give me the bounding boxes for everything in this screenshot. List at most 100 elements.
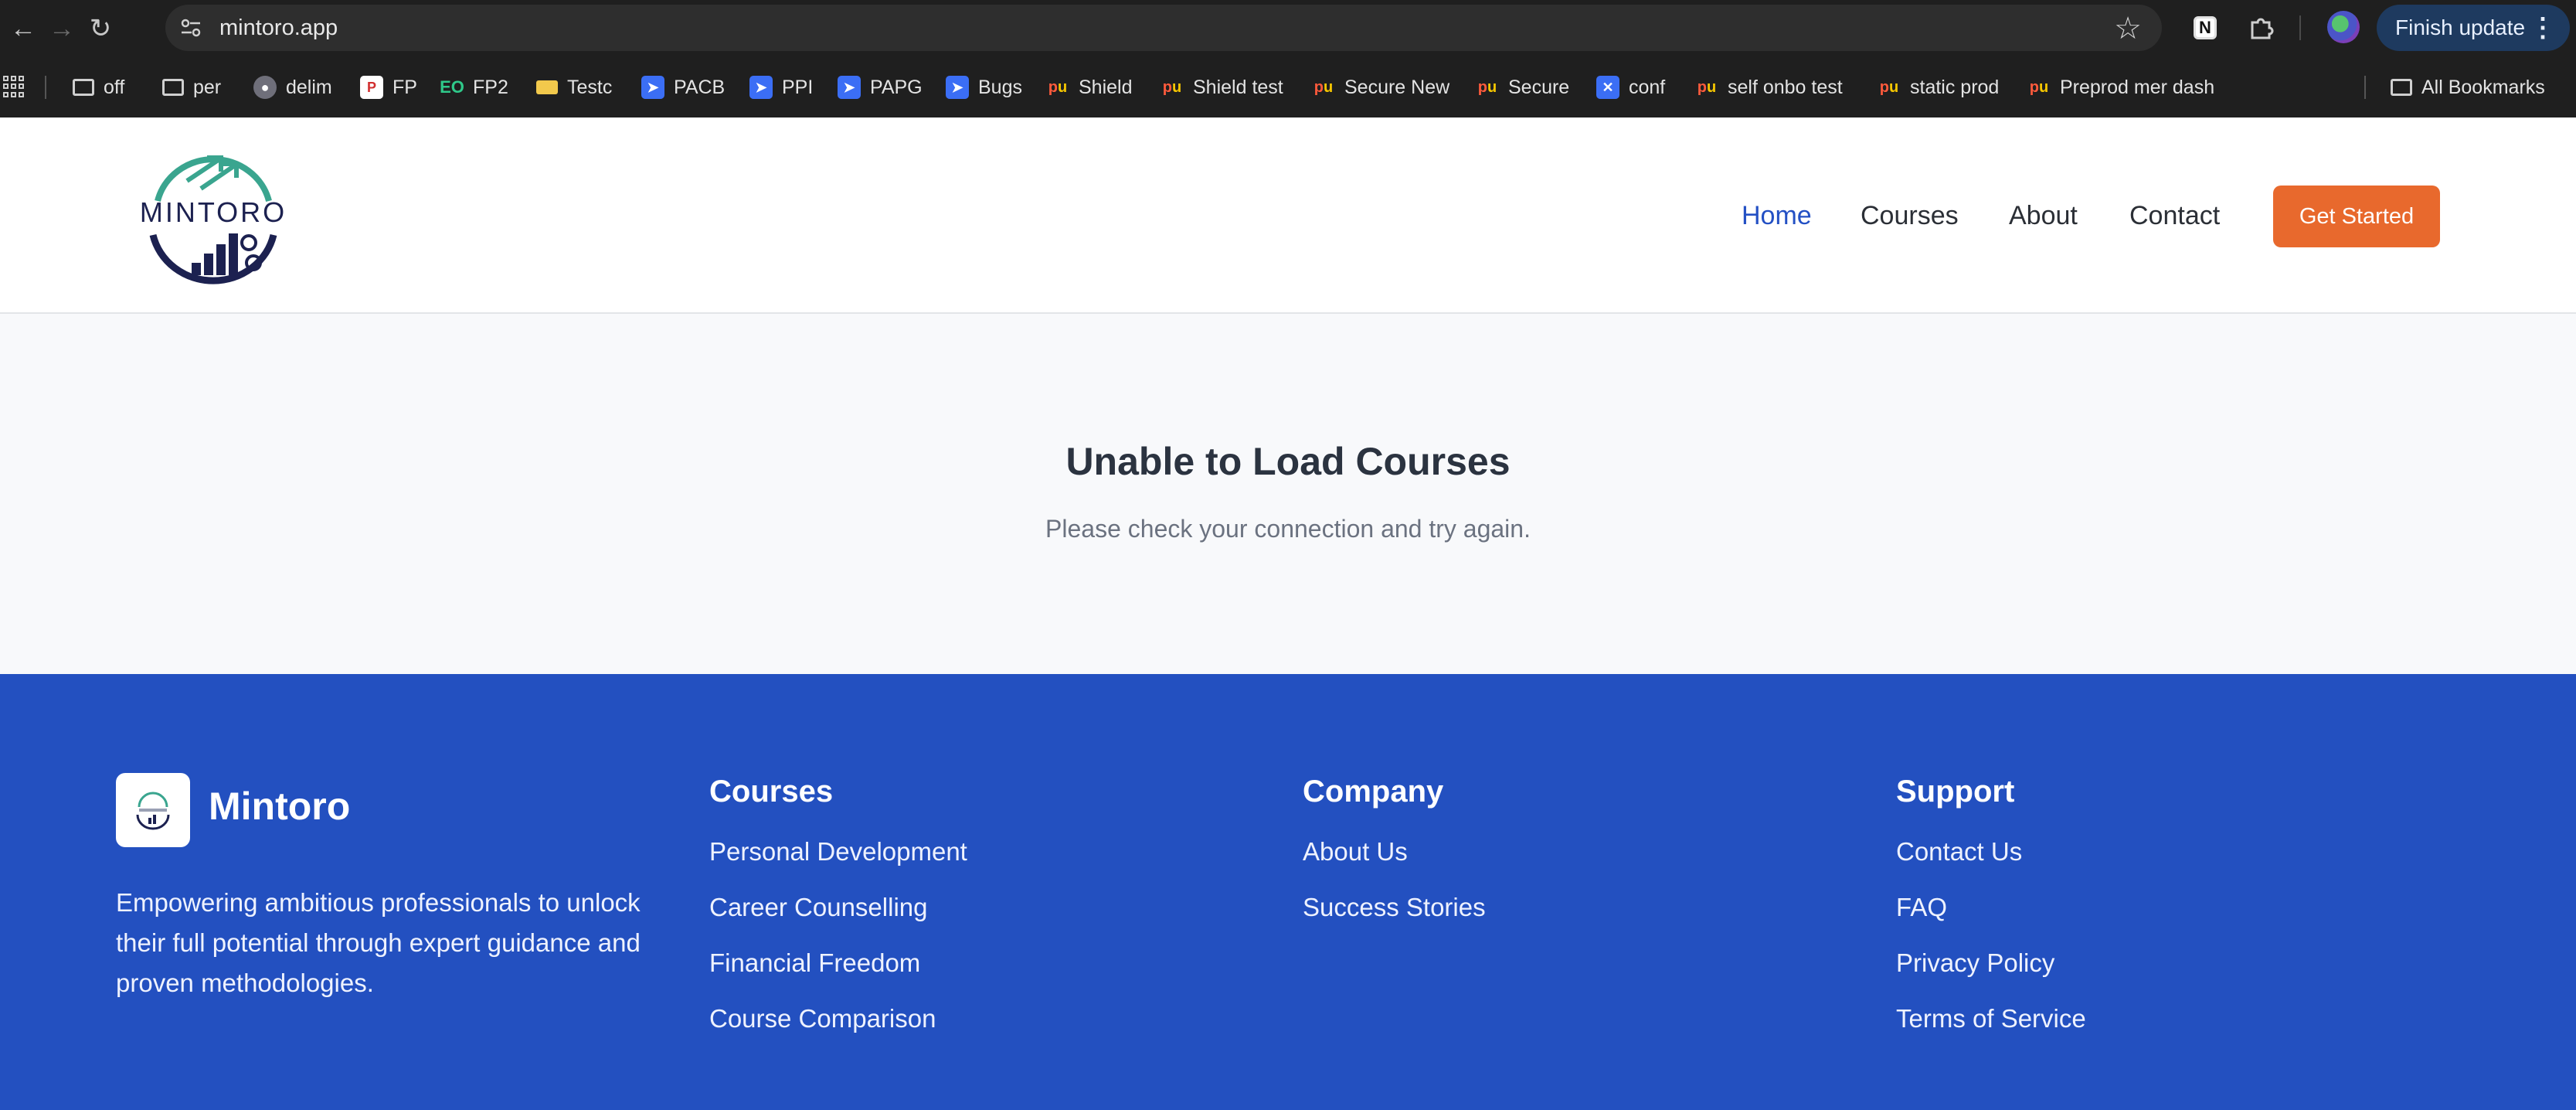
bookmark-shield[interactable]: pu Shield — [1046, 74, 1133, 100]
footer-link-success-stories[interactable]: Success Stories — [1303, 893, 1486, 948]
bookmark-label: conf — [1629, 76, 1666, 98]
bookmark-label: Secure — [1508, 76, 1570, 98]
card-icon — [536, 80, 558, 94]
address-bar[interactable]: mintoro.app ☆ — [165, 5, 2162, 51]
bookmark-star-icon[interactable]: ☆ — [2114, 11, 2142, 46]
bookmark-papg[interactable]: ➤ PAPG — [838, 74, 923, 100]
get-started-button[interactable]: Get Started — [2273, 186, 2440, 247]
footer-company-heading: Company — [1303, 775, 1444, 809]
footer-description: Empowering ambitious professionals to un… — [116, 888, 641, 997]
bookmark-secure-new[interactable]: pu Secure New — [1312, 74, 1449, 100]
url-text[interactable]: mintoro.app — [219, 15, 338, 41]
bookmarks-divider — [2364, 76, 2366, 99]
ghost-icon: ● — [253, 76, 277, 99]
nav-home-link[interactable]: Home — [1742, 201, 1812, 231]
bookmark-label: Testc — [567, 76, 613, 98]
profile-avatar[interactable] — [2327, 11, 2360, 43]
all-bookmarks-button[interactable]: All Bookmarks — [2391, 74, 2545, 100]
bookmark-delim[interactable]: ● delim — [253, 74, 332, 100]
bookmark-self-onbo-test[interactable]: pu self onbo test — [1695, 74, 1843, 100]
back-icon[interactable]: ← — [8, 13, 39, 44]
nav-contact-link[interactable]: Contact — [2129, 201, 2220, 231]
courses-error-section: Unable to Load Courses Please check your… — [0, 314, 2576, 674]
bookmark-fp[interactable]: P FP — [360, 74, 417, 100]
footer-link-personal-development[interactable]: Personal Development — [709, 837, 967, 893]
payu-icon: pu — [1477, 78, 1497, 96]
bookmark-off[interactable]: off — [73, 74, 124, 100]
bookmark-ppi[interactable]: ➤ PPI — [749, 74, 813, 100]
footer-logo[interactable] — [116, 773, 190, 847]
bookmark-label: Shield test — [1193, 76, 1283, 98]
bookmark-label: per — [193, 76, 222, 98]
bookmark-label: FP2 — [473, 76, 508, 98]
extensions-puzzle-icon[interactable] — [2244, 11, 2278, 45]
footer-link-course-comparison[interactable]: Course Comparison — [709, 1004, 967, 1060]
finish-update-button[interactable]: Finish update ⋮ — [2377, 5, 2570, 51]
nav-courses-link[interactable]: Courses — [1861, 201, 1959, 231]
mintoro-logo[interactable]: MINTORO — [136, 141, 291, 292]
kebab-menu-icon: ⋮ — [2530, 13, 2556, 43]
footer-link-terms-of-service[interactable]: Terms of Service — [1896, 1004, 2086, 1060]
bookmark-label: PAPG — [870, 76, 923, 98]
footer-link-about-us[interactable]: About Us — [1303, 837, 1486, 893]
bookmarks-divider — [45, 76, 46, 99]
footer-link-career-counselling[interactable]: Career Counselling — [709, 893, 967, 948]
payu-icon: pu — [1697, 78, 1717, 96]
bookmark-pacb[interactable]: ➤ PACB — [641, 74, 725, 100]
footer-support-heading: Support — [1896, 775, 2015, 809]
footer-company-column: Company About Us Success Stories — [1303, 775, 1486, 948]
bookmark-label: static prod — [1910, 76, 2000, 98]
footer-brand: Mintoro — [209, 785, 351, 828]
bookmark-label: PPI — [782, 76, 814, 98]
jira-icon: ➤ — [946, 76, 969, 99]
toolbar-divider — [2299, 15, 2301, 40]
logo-wordmark: MINTORO — [139, 196, 287, 228]
site-info-icon[interactable] — [178, 15, 204, 41]
bookmark-shield-test[interactable]: pu Shield test — [1161, 74, 1283, 100]
apps-grid-icon[interactable] — [3, 76, 25, 97]
bookmark-fp2[interactable]: EO FP2 — [440, 74, 508, 100]
nav-about-link[interactable]: About — [2009, 201, 2078, 231]
all-bookmarks-label: All Bookmarks — [2421, 76, 2545, 98]
bookmark-label: off — [104, 76, 125, 98]
bookmark-preprod-mer-dash[interactable]: pu Preprod mer dash — [2027, 74, 2214, 100]
confluence-icon: ✕ — [1596, 76, 1619, 99]
jira-icon: ➤ — [749, 76, 773, 99]
bookmark-label: Bugs — [978, 76, 1022, 98]
error-title: Unable to Load Courses — [1065, 440, 1511, 483]
bookmark-label: Preprod mer dash — [2060, 76, 2215, 98]
eo-icon: EO — [440, 77, 464, 97]
p-icon: P — [360, 76, 383, 99]
bookmark-static-prod[interactable]: pu static prod — [1878, 74, 2000, 100]
bookmark-conf[interactable]: ✕ conf — [1596, 74, 1665, 100]
bookmark-per[interactable]: per — [162, 74, 221, 100]
bookmark-secure[interactable]: pu Secure — [1476, 74, 1569, 100]
folder-icon — [162, 79, 184, 96]
footer-link-privacy-policy[interactable]: Privacy Policy — [1896, 948, 2086, 1004]
forward-icon[interactable]: → — [46, 13, 77, 44]
browser-toolbar: ← → ↻ mintoro.app ☆ N Finish update ⋮ — [0, 0, 2576, 57]
reload-icon[interactable]: ↻ — [85, 13, 116, 44]
finish-update-label: Finish update — [2395, 15, 2526, 39]
footer-link-contact-us[interactable]: Contact Us — [1896, 837, 2086, 893]
footer-link-financial-freedom[interactable]: Financial Freedom — [709, 948, 967, 1004]
site-footer: Mintoro Empowering ambitious professiona… — [0, 674, 2576, 1110]
site-header: MINTORO Home Courses About Contact Get S… — [0, 117, 2576, 314]
error-message: Please check your connection and try aga… — [1045, 515, 1531, 543]
folder-icon — [73, 79, 94, 96]
bookmark-label: delim — [286, 76, 332, 98]
notion-extension-icon[interactable]: N — [2188, 11, 2222, 45]
bookmark-testc[interactable]: Testc — [536, 74, 612, 100]
jira-icon: ➤ — [641, 76, 664, 99]
payu-icon: pu — [1048, 78, 1068, 96]
footer-courses-heading: Courses — [709, 775, 834, 809]
footer-courses-column: Courses Personal Development Career Coun… — [709, 775, 967, 1060]
payu-icon: pu — [1313, 78, 1334, 96]
jira-icon: ➤ — [838, 76, 861, 99]
bookmark-label: self onbo test — [1728, 76, 1843, 98]
footer-link-faq[interactable]: FAQ — [1896, 893, 2086, 948]
bookmark-label: Secure New — [1344, 76, 1450, 98]
bookmark-bugs[interactable]: ➤ Bugs — [946, 74, 1022, 100]
payu-icon: pu — [2029, 78, 2049, 96]
footer-support-column: Support Contact Us FAQ Privacy Policy Te… — [1896, 775, 2086, 1060]
